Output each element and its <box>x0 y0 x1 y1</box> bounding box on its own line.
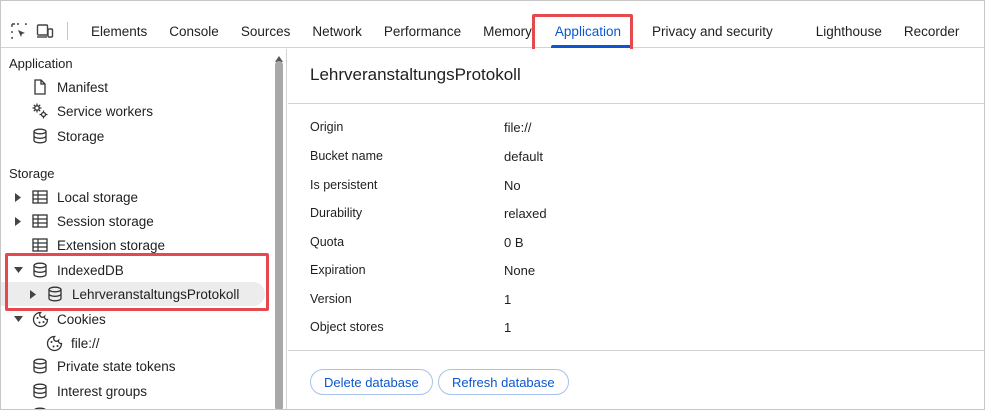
sidebar-item-label: file:// <box>71 335 100 351</box>
expiration-value: None <box>504 263 536 278</box>
sidebar-item-label: Storage <box>57 128 105 144</box>
is-persistent-value: No <box>504 178 521 193</box>
tab-elements[interactable]: Elements <box>80 15 158 48</box>
quota-key: Quota <box>310 235 345 249</box>
version-key: Version <box>310 292 352 306</box>
database-icon <box>31 127 49 145</box>
database-icon <box>31 382 49 400</box>
database-details-panel: LehrveranstaltungsProtokoll Origin file:… <box>288 49 984 409</box>
sidebar-item-label: Service workers <box>57 103 154 119</box>
sidebar-item-private-state-tokens[interactable]: Private state tokens <box>1 354 271 378</box>
devtools-toolbar: Elements Console Sources Network Perform… <box>1 15 984 48</box>
bucket-name-value: default <box>504 149 544 164</box>
database-icon <box>31 261 49 279</box>
sidebar-item-local-storage[interactable]: Local storage <box>1 185 271 209</box>
origin-value: file:// <box>504 120 532 135</box>
scroll-up-arrow-icon[interactable] <box>275 51 283 62</box>
sidebar-item-service-workers[interactable]: Service workers <box>1 99 271 123</box>
title-divider <box>288 103 984 104</box>
refresh-database-button[interactable]: Refresh database <box>438 369 569 395</box>
sidebar-item-partial <box>1 403 271 409</box>
inspect-element-icon[interactable] <box>7 19 31 43</box>
sidebar-item-label: Local storage <box>57 189 139 205</box>
delete-database-button[interactable]: Delete database <box>310 369 433 395</box>
sidebar-item-label: Cookies <box>57 311 106 327</box>
object-stores-key: Object stores <box>310 320 384 334</box>
tab-lighthouse[interactable]: Lighthouse <box>805 15 893 48</box>
tab-sources[interactable]: Sources <box>230 15 302 48</box>
expiration-key: Expiration <box>310 263 366 277</box>
sidebar-item-label: LehrveranstaltungsProtokoll <box>72 286 240 302</box>
expand-arrow-icon[interactable] <box>13 192 23 202</box>
cookie-icon <box>45 334 63 352</box>
sidebar-scrollbar[interactable] <box>275 61 283 409</box>
tab-application[interactable]: Application <box>543 15 641 48</box>
object-stores-value: 1 <box>504 320 512 335</box>
sidebar-item-cookies-file[interactable]: file:// <box>1 331 271 355</box>
database-icon <box>31 406 49 409</box>
database-title: LehrveranstaltungsProtokoll <box>310 65 521 84</box>
sidebar-item-label: IndexedDB <box>57 262 124 278</box>
sidebar-item-label: Extension storage <box>57 237 166 253</box>
table-icon <box>31 236 49 254</box>
tab-network[interactable]: Network <box>301 15 373 48</box>
is-persistent-key: Is persistent <box>310 178 378 192</box>
sidebar-item-extension-storage[interactable]: Extension storage <box>1 233 271 257</box>
bucket-name-key: Bucket name <box>310 149 383 163</box>
application-section-heading: Application <box>9 56 73 71</box>
tab-privacy-and-security[interactable]: Privacy and security <box>641 15 805 48</box>
table-icon <box>31 188 49 206</box>
durability-key: Durability <box>310 206 363 220</box>
sidebar-item-lehrveranstaltungsprotokoll[interactable]: LehrveranstaltungsProtokoll <box>1 282 265 306</box>
device-toolbar-icon[interactable] <box>33 19 57 43</box>
tab-console[interactable]: Console <box>158 15 230 48</box>
sidebar-item-label: Interest groups <box>57 383 148 399</box>
actions-divider <box>288 350 984 351</box>
sidebar-item-session-storage[interactable]: Session storage <box>1 209 271 233</box>
sidebar-item-storage[interactable]: Storage <box>1 124 271 148</box>
expand-arrow-icon[interactable] <box>28 289 38 299</box>
storage-section-heading: Storage <box>9 166 55 181</box>
sidebar-item-label: Manifest <box>57 79 109 95</box>
sidebar-item-cookies[interactable]: Cookies <box>1 307 271 331</box>
sidebar-item-interest-groups[interactable]: Interest groups <box>1 379 271 403</box>
database-icon <box>31 357 49 375</box>
gears-icon <box>31 102 49 120</box>
sidebar-item-manifest[interactable]: Manifest <box>1 75 271 99</box>
cookie-icon <box>31 310 49 328</box>
durability-value: relaxed <box>504 206 547 221</box>
sidebar-item-label: Private state tokens <box>57 358 176 374</box>
tab-recorder[interactable]: Recorder <box>893 15 971 48</box>
version-value: 1 <box>504 292 512 307</box>
tab-memory[interactable]: Memory <box>472 15 543 48</box>
toolbar-separator <box>67 22 68 40</box>
sidebar: Application Manifest Service workers Sto… <box>1 49 287 409</box>
sidebar-item-label: Session storage <box>57 213 154 229</box>
origin-key: Origin <box>310 120 344 134</box>
expand-arrow-icon[interactable] <box>13 216 23 226</box>
collapse-arrow-icon[interactable] <box>13 265 23 275</box>
sidebar-item-indexeddb[interactable]: IndexedDB <box>1 258 271 282</box>
quota-value: 0 B <box>504 235 524 250</box>
collapse-arrow-icon[interactable] <box>13 314 23 324</box>
tab-performance[interactable]: Performance <box>373 15 472 48</box>
table-icon <box>31 212 49 230</box>
document-icon <box>31 78 49 96</box>
panel-tabs: Elements Console Sources Network Perform… <box>80 15 970 48</box>
database-icon <box>46 285 64 303</box>
